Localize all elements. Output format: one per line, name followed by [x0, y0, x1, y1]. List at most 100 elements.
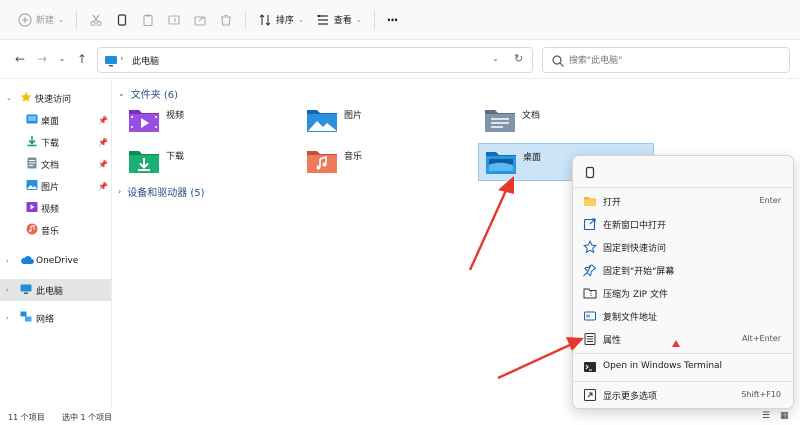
- sidebar-item-onedrive[interactable]: › OneDrive: [0, 250, 111, 272]
- pin-icon[interactable]: 📌: [98, 116, 108, 125]
- sidebar-item-network[interactable]: › 网络: [0, 307, 111, 329]
- folder-tile-music[interactable]: 音乐: [300, 143, 476, 181]
- menu-shortcut: Shift+F10: [741, 390, 781, 399]
- view-button[interactable]: 查看 ⌄: [310, 6, 368, 34]
- chevron-right-icon: ›: [118, 187, 122, 196]
- sidebar-item-pictures[interactable]: 图片 📌: [0, 175, 111, 197]
- desktop-folder-icon: [26, 113, 38, 128]
- menu-divider: [573, 187, 793, 188]
- sidebar-item-label: 下载: [41, 138, 60, 149]
- pin-icon[interactable]: 📌: [98, 138, 108, 147]
- computer-icon: [20, 283, 32, 298]
- menu-shortcut: Enter: [759, 196, 781, 205]
- breadcrumb-separator: ›: [120, 54, 124, 64]
- breadcrumb-this-pc[interactable]: 此电脑: [132, 54, 159, 67]
- menu-item-properties[interactable]: 属性 Alt+Enter: [577, 328, 789, 350]
- pin-icon[interactable]: 📌: [98, 182, 108, 191]
- devices-group-header[interactable]: › 设备和驱动器 (5): [118, 184, 205, 199]
- folder-tile-pictures[interactable]: 图片: [300, 102, 476, 140]
- network-icon: [20, 311, 32, 326]
- menu-item-open-new-window[interactable]: 在新窗口中打开: [577, 213, 789, 235]
- show-more-icon: [583, 388, 597, 402]
- paste-button[interactable]: [135, 6, 161, 34]
- menu-item-label: 固定到"开始"屏幕: [603, 267, 675, 277]
- menu-item-pin-start[interactable]: 固定到"开始"屏幕: [577, 259, 789, 281]
- folder-name: 桌面: [523, 153, 542, 163]
- sidebar-item-documents[interactable]: 文档 📌: [0, 153, 111, 175]
- sidebar-item-label: OneDrive: [36, 256, 79, 266]
- menu-item-show-more[interactable]: 显示更多选项 Shift+F10: [577, 384, 789, 406]
- document-icon: [26, 157, 38, 172]
- copy-button[interactable]: [109, 6, 135, 34]
- share-button[interactable]: [187, 6, 213, 34]
- new-button[interactable]: 新建 ⌄: [12, 6, 70, 34]
- folder-tile-videos[interactable]: 视频: [122, 102, 298, 140]
- sidebar-item-videos[interactable]: 视频: [0, 197, 111, 219]
- search-box[interactable]: [542, 47, 790, 73]
- chevron-down-icon[interactable]: ⌄: [6, 94, 12, 102]
- up-button[interactable]: ↑: [74, 51, 90, 67]
- folder-tile-documents[interactable]: 文档: [478, 102, 654, 140]
- refresh-icon[interactable]: ↻: [514, 52, 523, 65]
- video-icon: [26, 201, 38, 216]
- delete-button[interactable]: [213, 6, 239, 34]
- menu-item-pin-quick-access[interactable]: 固定到快速访问: [577, 236, 789, 258]
- sidebar-item-label: 桌面: [41, 116, 60, 127]
- copy-icon: [115, 13, 129, 27]
- chevron-down-icon[interactable]: ⌄: [492, 54, 499, 63]
- sidebar-item-desktop[interactable]: 桌面 📌: [0, 109, 111, 131]
- folder-name: 图片: [344, 111, 363, 121]
- star-outline-icon: [583, 240, 597, 254]
- chevron-right-icon[interactable]: ›: [6, 257, 9, 265]
- more-options-button[interactable]: ···: [381, 6, 404, 34]
- menu-item-copy-path[interactable]: 复制文件地址: [577, 305, 789, 327]
- chevron-down-icon: ⌄: [58, 15, 64, 24]
- address-row: ← → ⌄ ↑ › 此电脑 ⌄ ↻: [0, 41, 800, 79]
- menu-item-compress-zip[interactable]: 压缩为 ZIP 文件: [577, 282, 789, 304]
- back-button[interactable]: ←: [12, 51, 28, 67]
- open-new-window-icon: [583, 217, 597, 231]
- sidebar-item-label: 网络: [36, 314, 55, 325]
- sidebar-item-downloads[interactable]: 下载 📌: [0, 131, 111, 153]
- recent-locations-button[interactable]: ⌄: [54, 51, 70, 67]
- sidebar-item-music[interactable]: 音乐: [0, 219, 111, 241]
- pin-icon[interactable]: 📌: [98, 160, 108, 169]
- sidebar-item-this-pc[interactable]: › 此电脑: [0, 279, 111, 301]
- rename-button[interactable]: [161, 6, 187, 34]
- picture-folder-icon: [306, 106, 338, 134]
- cut-button[interactable]: [83, 6, 109, 34]
- view-label: 查看: [333, 16, 352, 26]
- command-bar: 新建 ⌄ 排序 ⌄ 查看 ⌄ ···: [0, 0, 800, 40]
- menu-item-label: 复制文件地址: [603, 313, 658, 323]
- chevron-down-icon: ⌄: [297, 15, 304, 24]
- copy-icon[interactable]: [583, 166, 597, 180]
- music-folder-icon: [306, 147, 338, 175]
- properties-icon: [583, 332, 597, 346]
- zip-folder-icon: [583, 286, 597, 300]
- folder-tile-downloads[interactable]: 下载: [122, 143, 298, 181]
- forward-button[interactable]: →: [34, 51, 50, 67]
- tiles-view-icon[interactable]: ▦: [780, 411, 789, 421]
- devices-header-label: 设备和驱动器 (5): [127, 188, 205, 199]
- sidebar-item-label: 此电脑: [36, 286, 64, 297]
- menu-divider: [573, 353, 793, 354]
- scissors-icon: [89, 13, 103, 27]
- sidebar-item-quick-access[interactable]: ⌄ 快速访问: [0, 87, 111, 109]
- chevron-right-icon[interactable]: ›: [6, 286, 9, 294]
- pin-icon: [583, 263, 597, 277]
- menu-item-label: 压缩为 ZIP 文件: [603, 290, 668, 300]
- menu-item-open-terminal[interactable]: Open in Windows Terminal: [577, 356, 789, 378]
- address-bar[interactable]: › 此电脑 ⌄ ↻: [97, 47, 533, 73]
- details-view-icon[interactable]: ☰: [762, 411, 770, 421]
- sort-button[interactable]: 排序 ⌄: [252, 6, 310, 34]
- folder-name: 视频: [166, 111, 185, 121]
- search-input[interactable]: [569, 53, 779, 69]
- item-count: 11 个项目: [8, 413, 45, 422]
- picture-icon: [26, 179, 38, 194]
- chevron-right-icon[interactable]: ›: [6, 314, 9, 322]
- menu-item-open[interactable]: 打开 Enter: [577, 190, 789, 212]
- context-menu: 打开 Enter 在新窗口中打开 固定到快速访问 固定到"开始"屏幕 压缩为 Z…: [572, 155, 794, 409]
- menu-shortcut: Alt+Enter: [741, 334, 781, 343]
- folder-name: 下载: [166, 152, 185, 162]
- folders-group-header[interactable]: ⌄ 文件夹 (6): [118, 86, 178, 101]
